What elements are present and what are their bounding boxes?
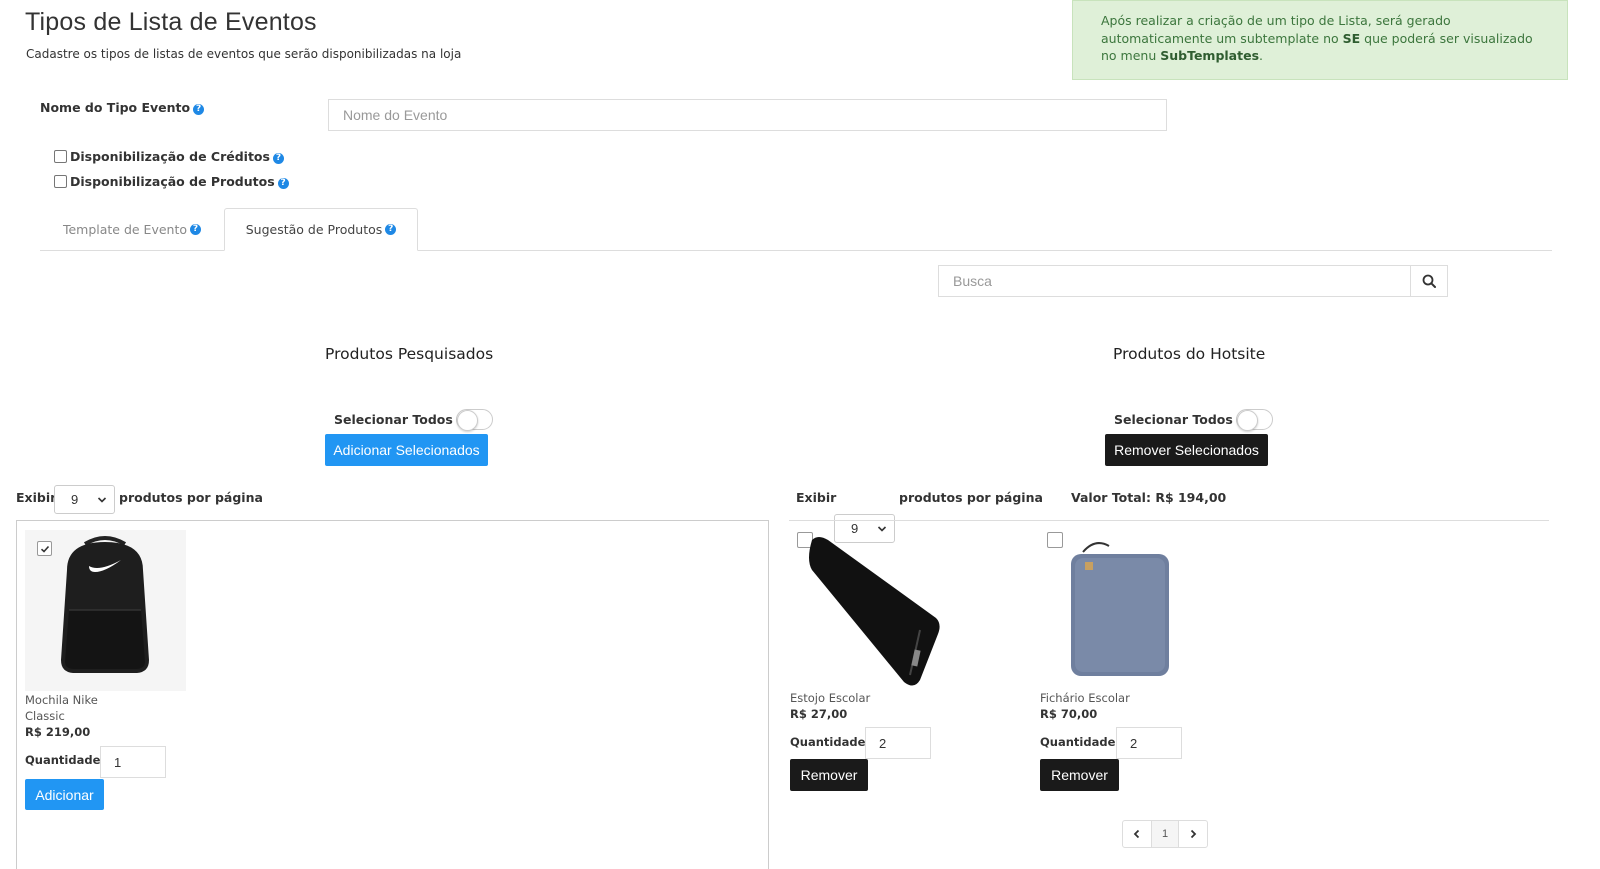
product-name-line: Classic	[25, 709, 65, 723]
alert-strong-se: SE	[1342, 30, 1361, 46]
searched-products-title: Produtos Pesquisados	[325, 345, 494, 363]
product-price-mochila: R$ 219,00	[25, 725, 91, 739]
hotsite-divider	[789, 520, 1549, 521]
product-name-mochila: Mochila Nike Classic	[25, 692, 98, 724]
hotsite-per-page-suffix: produtos por página	[899, 490, 1043, 505]
help-icon[interactable]: ?	[272, 153, 284, 164]
product-checkbox-mochila[interactable]	[37, 541, 52, 556]
tab-label: Sugestão de Produtos	[245, 222, 383, 237]
searched-per-page-suffix: produtos por página	[119, 490, 263, 505]
alert-text: .	[1259, 48, 1263, 63]
chevron-down-icon	[97, 497, 107, 503]
quantity-label: Quantidade:	[790, 735, 870, 749]
binder-image	[1071, 542, 1169, 676]
page-subtitle: Cadastre os tipos de listas de eventos q…	[26, 47, 462, 61]
products-option: Disponibilização de Produtos?	[54, 174, 289, 189]
search-input[interactable]: Busca	[938, 265, 1411, 297]
tab-label: Template de Evento	[62, 222, 188, 237]
remove-button-estojo[interactable]: Remover	[790, 759, 868, 791]
total-value: Valor Total: R$ 194,00	[1071, 490, 1227, 505]
product-image-estojo	[800, 530, 945, 690]
quantity-input-mochila[interactable]: 1	[100, 746, 166, 778]
products-label: Disponibilização de Produtos	[70, 174, 275, 189]
page-title: Tipos de Lista de Eventos	[25, 8, 317, 36]
select-all-label: Selecionar Todos	[1114, 412, 1233, 427]
searched-per-page-select[interactable]: 9	[54, 485, 115, 514]
searched-select-all: Selecionar Todos	[334, 409, 493, 431]
info-alert: Após realizar a criação de um tipo de Li…	[1072, 0, 1568, 80]
help-icon[interactable]: ?	[385, 224, 397, 235]
add-selected-button[interactable]: Adicionar Selecionados	[325, 434, 488, 466]
product-name-fichario: Fichário Escolar	[1040, 691, 1130, 705]
product-image-fichario	[1065, 538, 1175, 686]
searched-select-all-toggle[interactable]	[455, 409, 493, 431]
event-name-label-text: Nome do Tipo Evento	[40, 100, 191, 115]
searched-show-label: Exibir	[16, 490, 57, 505]
check-icon	[40, 545, 49, 553]
hotsite-select-all: Selecionar Todos	[1114, 409, 1273, 431]
add-button-mochila[interactable]: Adicionar	[25, 779, 104, 810]
event-name-input[interactable]: Nome do Evento	[328, 99, 1167, 131]
remove-button-fichario[interactable]: Remover	[1040, 759, 1119, 791]
remove-selected-button[interactable]: Remover Selecionados	[1105, 434, 1268, 466]
tab-sugestao-produtos[interactable]: Sugestão de Produtos?	[224, 208, 418, 251]
product-checkbox-fichario[interactable]	[1047, 532, 1063, 548]
quantity-input-estojo[interactable]: 2	[865, 727, 931, 759]
pagination-page-1[interactable]: 1	[1151, 821, 1179, 847]
quantity-label: Quantidade:	[1040, 735, 1120, 749]
hotsite-products-title: Produtos do Hotsite	[1113, 345, 1266, 363]
credits-label: Disponibilização de Créditos	[70, 149, 270, 164]
pencil-case-image	[809, 537, 940, 686]
quantity-label: Quantidade:	[25, 753, 105, 767]
product-price-estojo: R$ 27,00	[790, 707, 848, 721]
products-checkbox[interactable]	[54, 175, 67, 188]
chevron-left-icon	[1133, 829, 1140, 839]
product-name-estojo: Estojo Escolar	[790, 691, 871, 705]
select-all-label: Selecionar Todos	[334, 412, 453, 427]
product-price-fichario: R$ 70,00	[1040, 707, 1098, 721]
alert-strong-subtemplates: SubTemplates	[1160, 48, 1260, 63]
quantity-input-fichario[interactable]: 2	[1116, 727, 1182, 759]
search-button[interactable]	[1410, 265, 1448, 297]
event-name-label: Nome do Tipo Evento?	[40, 100, 205, 115]
help-icon[interactable]: ?	[193, 104, 205, 115]
search-icon	[1422, 274, 1436, 288]
pagination-next-button[interactable]	[1179, 821, 1207, 847]
hotsite-show-label: Exibir	[796, 490, 837, 505]
per-page-value: 9	[71, 492, 79, 507]
tab-template-evento[interactable]: Template de Evento?	[40, 208, 224, 251]
product-name-line: Mochila Nike	[25, 693, 98, 707]
chevron-right-icon	[1190, 829, 1197, 839]
credits-option: Disponibilização de Créditos?	[54, 149, 284, 164]
pagination: 1	[1122, 820, 1208, 848]
pagination-prev-button[interactable]	[1123, 821, 1151, 847]
hotsite-select-all-toggle[interactable]	[1235, 409, 1273, 431]
help-icon[interactable]: ?	[190, 224, 202, 235]
credits-checkbox[interactable]	[54, 150, 67, 163]
help-icon[interactable]: ?	[277, 178, 289, 189]
